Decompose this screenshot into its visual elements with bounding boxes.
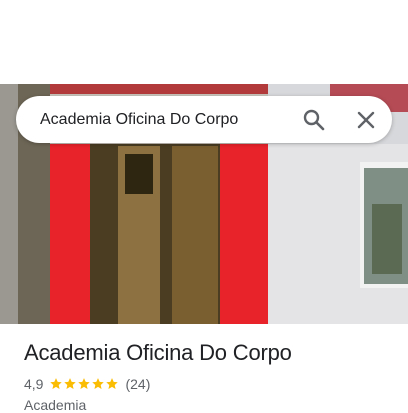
rating-value: 4,9 — [24, 376, 44, 392]
search-bar[interactable]: Academia Oficina Do Corpo — [16, 96, 392, 143]
star-rating — [49, 377, 119, 391]
star-icon — [92, 378, 105, 389]
place-category: Academia — [24, 397, 87, 413]
place-title: Academia Oficina Do Corpo — [24, 340, 292, 365]
rating-row[interactable]: 4,9 (24) — [24, 375, 150, 393]
top-blank-area — [0, 0, 408, 84]
star-icon — [50, 378, 63, 389]
review-count[interactable]: (24) — [125, 376, 150, 392]
search-input[interactable]: Academia Oficina Do Corpo — [40, 96, 238, 143]
search-icon[interactable] — [300, 106, 328, 134]
star-icon — [64, 378, 77, 389]
star-icon — [78, 378, 91, 389]
star-icon — [106, 378, 119, 389]
close-icon[interactable] — [352, 106, 380, 134]
